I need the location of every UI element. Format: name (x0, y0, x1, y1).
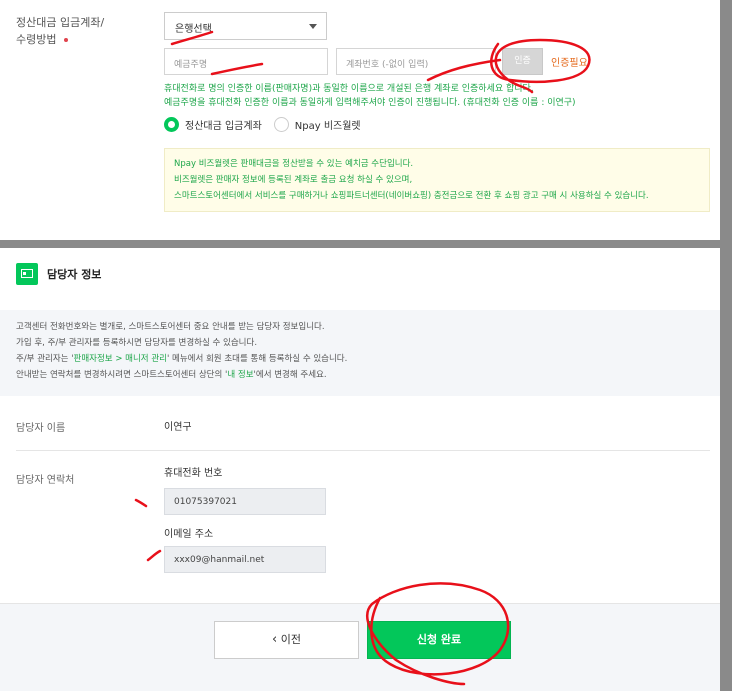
submit-button[interactable]: 신청 완료 (367, 621, 511, 659)
account-holder-input[interactable]: 예금주명 (164, 48, 328, 75)
id-card-icon (16, 263, 38, 285)
section-header: 담당자 정보 (16, 263, 101, 285)
radio-npay-label[interactable]: Npay 비즈월렛 (295, 117, 361, 132)
payout-label-line1: 정산대금 입금계좌/ (16, 16, 105, 29)
npay-info-box: Npay 비즈월렛은 판매대금을 정산받을 수 있는 예치금 수단입니다. 비즈… (164, 148, 710, 212)
divider (16, 450, 710, 451)
manager-info-box: 고객센터 전화번호와는 별개로, 스마트스토어센터 중요 안내를 받는 담당자 … (0, 310, 720, 396)
auth-button[interactable]: 인증 (502, 48, 543, 75)
radio-npay[interactable] (273, 117, 289, 132)
npay-info-line: 스마트스토어센터에서 서비스를 구매하거나 쇼핑파트너센터(네이버쇼핑) 충전금… (174, 191, 649, 201)
guide-text-line1: 휴대전화로 명의 인증한 이름(판매자명)과 동일한 이름으로 개설된 은행 계… (164, 84, 534, 94)
submit-button-label: 신청 완료 (416, 633, 462, 646)
info-line: 가입 후, 주/부 관리자를 등록하시면 담당자를 변경하실 수 있습니다. (16, 338, 258, 348)
phone-label: 휴대전화 번호 (164, 468, 223, 479)
auth-status-text: 인증필요 (551, 58, 588, 69)
info-text: 안내받는 연락처를 변경하시려면 스마트스토어센터 상단의 ' (16, 370, 228, 380)
email-label: 이메일 주소 (164, 529, 214, 540)
info-text: ' 메뉴에서 회원 초대를 통해 등록하실 수 있습니다. (166, 354, 348, 364)
info-line: 안내받는 연락처를 변경하시려면 스마트스토어센터 상단의 '내 정보'에서 변… (16, 367, 704, 383)
footer-bar: ‹ 이전 신청 완료 (0, 603, 720, 691)
window-edge (720, 0, 732, 691)
npay-info-line: Npay 비즈월렛은 판매대금을 정산받을 수 있는 예치금 수단입니다. (174, 159, 414, 169)
bank-select[interactable]: 은행선택 (164, 12, 327, 40)
npay-info-line: 비즈월렛은 판매자 정보에 등록된 계좌로 출금 요청 하실 수 있으며, (174, 175, 413, 185)
payout-method-radio-group: 정산대금 입금계좌 Npay 비즈월렛 (164, 117, 373, 132)
manager-menu-link: 판매자정보 > 매니저 관리 (73, 354, 167, 364)
manager-contact-label: 담당자 연락처 (16, 475, 75, 486)
prev-button-label: 이전 (280, 633, 301, 646)
required-dot (64, 38, 69, 42)
payout-method-label: 정산대금 입금계좌/ 수령방법 (16, 14, 104, 48)
chevron-down-icon (309, 24, 317, 29)
info-text: '에서 변경해 주세요. (253, 370, 327, 380)
guide-text-line2: 예금주명을 휴대전화 인증한 이름과 동일하게 입력해주셔야 인증이 진행됩니다… (164, 98, 576, 108)
info-line: 고객센터 전화번호와는 별개로, 스마트스토어센터 중요 안내를 받는 담당자 … (16, 322, 325, 332)
manager-name-value: 이연구 (164, 422, 192, 433)
radio-bank-account-label[interactable]: 정산대금 입금계좌 (185, 117, 262, 132)
section-title: 담당자 정보 (47, 268, 102, 281)
chevron-left-icon: ‹ (272, 632, 278, 647)
bank-select-value: 은행선택 (175, 24, 212, 35)
info-line: 주/부 관리자는 '판매자정보 > 매니저 관리' 메뉴에서 회원 초대를 통해… (16, 351, 704, 367)
payout-panel: 정산대금 입금계좌/ 수령방법 은행선택 예금주명 계좌번호 (-없이 입력) … (0, 0, 720, 240)
manager-name-label: 담당자 이름 (16, 423, 66, 434)
radio-bank-account[interactable] (164, 117, 179, 132)
payout-label-line2: 수령방법 (16, 33, 57, 46)
prev-button[interactable]: ‹ 이전 (214, 621, 359, 659)
account-number-input[interactable]: 계좌번호 (-없이 입력) (336, 48, 496, 75)
phone-field[interactable]: 01075397021 (164, 488, 326, 515)
email-field[interactable]: xxx09@hanmail.net (164, 546, 326, 573)
manager-panel: 담당자 정보 고객센터 전화번호와는 별개로, 스마트스토어센터 중요 안내를 … (0, 248, 720, 691)
my-info-link: 내 정보 (227, 370, 254, 380)
info-text: 주/부 관리자는 ' (16, 354, 74, 364)
